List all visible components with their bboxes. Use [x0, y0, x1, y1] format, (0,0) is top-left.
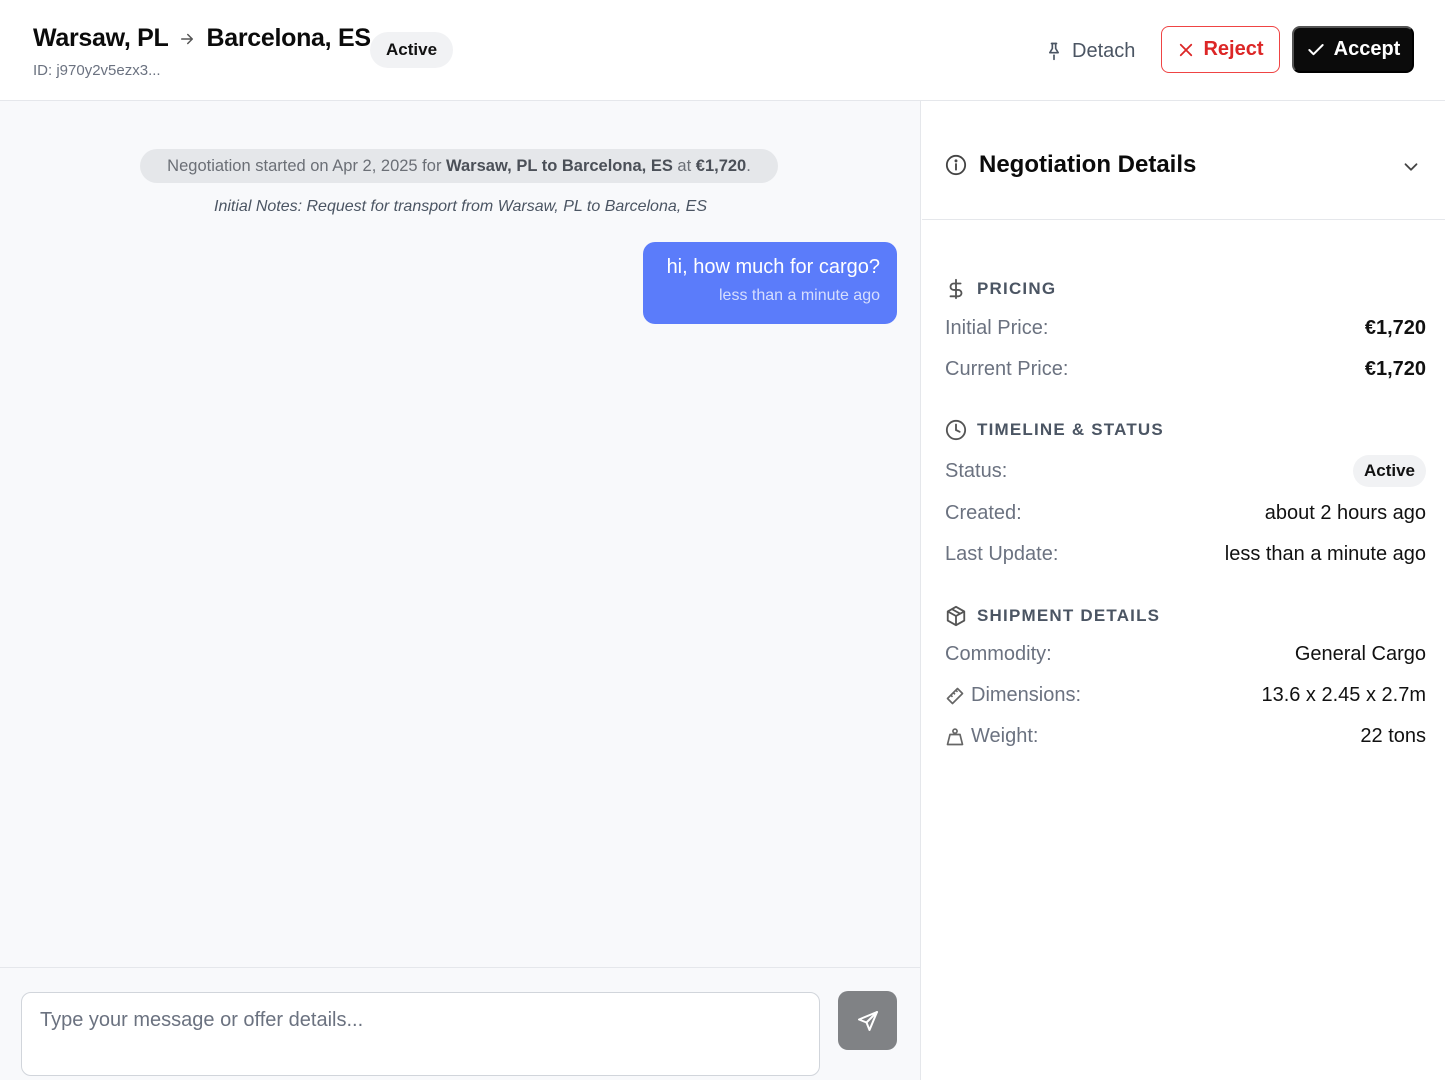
details-title: Negotiation Details: [945, 151, 1196, 179]
message-bubble: hi, how much for cargo? less than a minu…: [643, 242, 897, 324]
clock-icon: [945, 419, 967, 441]
message-input[interactable]: [21, 992, 820, 1076]
dollar-icon: [949, 278, 963, 300]
weight-key: Weight:: [945, 725, 1038, 748]
last-update-label: Last Update:: [945, 543, 1059, 565]
details-title-text: Negotiation Details: [979, 151, 1197, 178]
initial-price-label: Initial Price:: [945, 317, 1049, 339]
status-label: Status:: [945, 459, 1008, 482]
status-row: Status: Active: [945, 455, 1426, 487]
accept-button[interactable]: Accept: [1292, 26, 1414, 73]
initial-price-row: Initial Price: €1,720: [945, 317, 1426, 340]
dimensions-row: Dimensions: 13.6 x 2.45 x 2.7m: [945, 684, 1426, 707]
timeline-heading: TIMELINE & STATUS: [945, 419, 1164, 441]
route-title: Warsaw, PL Barcelona, ES: [33, 24, 371, 53]
system-message-price: €1,720: [695, 157, 747, 175]
message-time: less than a minute ago: [719, 287, 880, 304]
shipment-heading-text: SHIPMENT DETAILS: [977, 606, 1161, 625]
commodity-value: General Cargo: [1294, 643, 1426, 665]
negotiation-id: ID: j970y2v5ezx3...: [33, 62, 161, 79]
chat-area[interactable]: Negotiation started on Apr 2, 2025 for W…: [0, 101, 921, 967]
current-price-label: Current Price:: [945, 358, 1069, 380]
created-value: about 2 hours ago: [1264, 502, 1426, 524]
ruler-icon: [946, 687, 964, 704]
info-icon: [945, 154, 967, 176]
arrow-right-icon: [181, 33, 194, 44]
weight-label: Weight:: [971, 725, 1039, 747]
commodity-label: Commodity:: [945, 643, 1052, 665]
current-price-value: €1,720: [1364, 358, 1426, 380]
header-bar: Warsaw, PL Barcelona, ES Active ID: j970…: [0, 0, 1445, 101]
send-button[interactable]: [838, 991, 897, 1050]
origin-label: Warsaw, PL: [33, 24, 169, 52]
composer: [0, 967, 921, 1080]
initial-price-value: €1,720: [1364, 317, 1426, 339]
details-panel: Negotiation Details PRICING Initial Pric…: [922, 101, 1445, 1080]
status-badge: Active: [370, 32, 454, 68]
dimensions-value: 13.6 x 2.45 x 2.7m: [1261, 684, 1426, 706]
last-update-value: less than a minute ago: [1224, 543, 1426, 565]
shipment-heading: SHIPMENT DETAILS: [945, 605, 1160, 627]
system-message: Negotiation started on Apr 2, 2025 for W…: [140, 149, 778, 183]
reject-label: Reject: [1203, 38, 1264, 60]
dimensions-key: Dimensions:: [945, 684, 1081, 707]
package-icon: [946, 605, 966, 627]
system-message-suffix: .: [746, 157, 751, 175]
pricing-heading-text: PRICING: [977, 279, 1057, 298]
check-icon: [1307, 43, 1324, 55]
accept-label: Accept: [1333, 38, 1401, 60]
initial-notes: Initial Notes: Request for transport fro…: [214, 198, 707, 215]
details-header[interactable]: Negotiation Details: [922, 101, 1445, 220]
pricing-heading: PRICING: [945, 278, 1056, 300]
weight-icon: [946, 727, 964, 745]
current-price-row: Current Price: €1,720: [945, 358, 1426, 381]
chevron-down-icon[interactable]: [1400, 156, 1422, 178]
system-message-prefix: Negotiation started on Apr 2, 2025 for: [167, 157, 447, 175]
detach-button[interactable]: Detach: [1036, 28, 1143, 74]
status-value-badge: Active: [1352, 455, 1426, 487]
dimensions-label: Dimensions:: [971, 684, 1082, 706]
system-message-middle: at: [672, 157, 696, 175]
destination-label: Barcelona, ES: [206, 24, 371, 52]
system-message-route: Warsaw, PL to Barcelona, ES: [446, 157, 673, 175]
weight-value: 22 tons: [1360, 725, 1426, 747]
created-row: Created: about 2 hours ago: [945, 502, 1426, 525]
timeline-heading-text: TIMELINE & STATUS: [977, 420, 1164, 439]
last-update-row: Last Update: less than a minute ago: [945, 543, 1426, 566]
pin-off-icon: [1049, 42, 1059, 61]
commodity-row: Commodity: General Cargo: [945, 643, 1426, 666]
weight-row: Weight: 22 tons: [945, 725, 1426, 748]
detach-label: Detach: [1072, 39, 1136, 62]
reject-button[interactable]: Reject: [1161, 26, 1280, 73]
x-icon: [1180, 43, 1193, 56]
send-icon: [857, 1010, 878, 1031]
created-label: Created:: [945, 502, 1022, 524]
message-text: hi, how much for cargo?: [666, 256, 880, 278]
